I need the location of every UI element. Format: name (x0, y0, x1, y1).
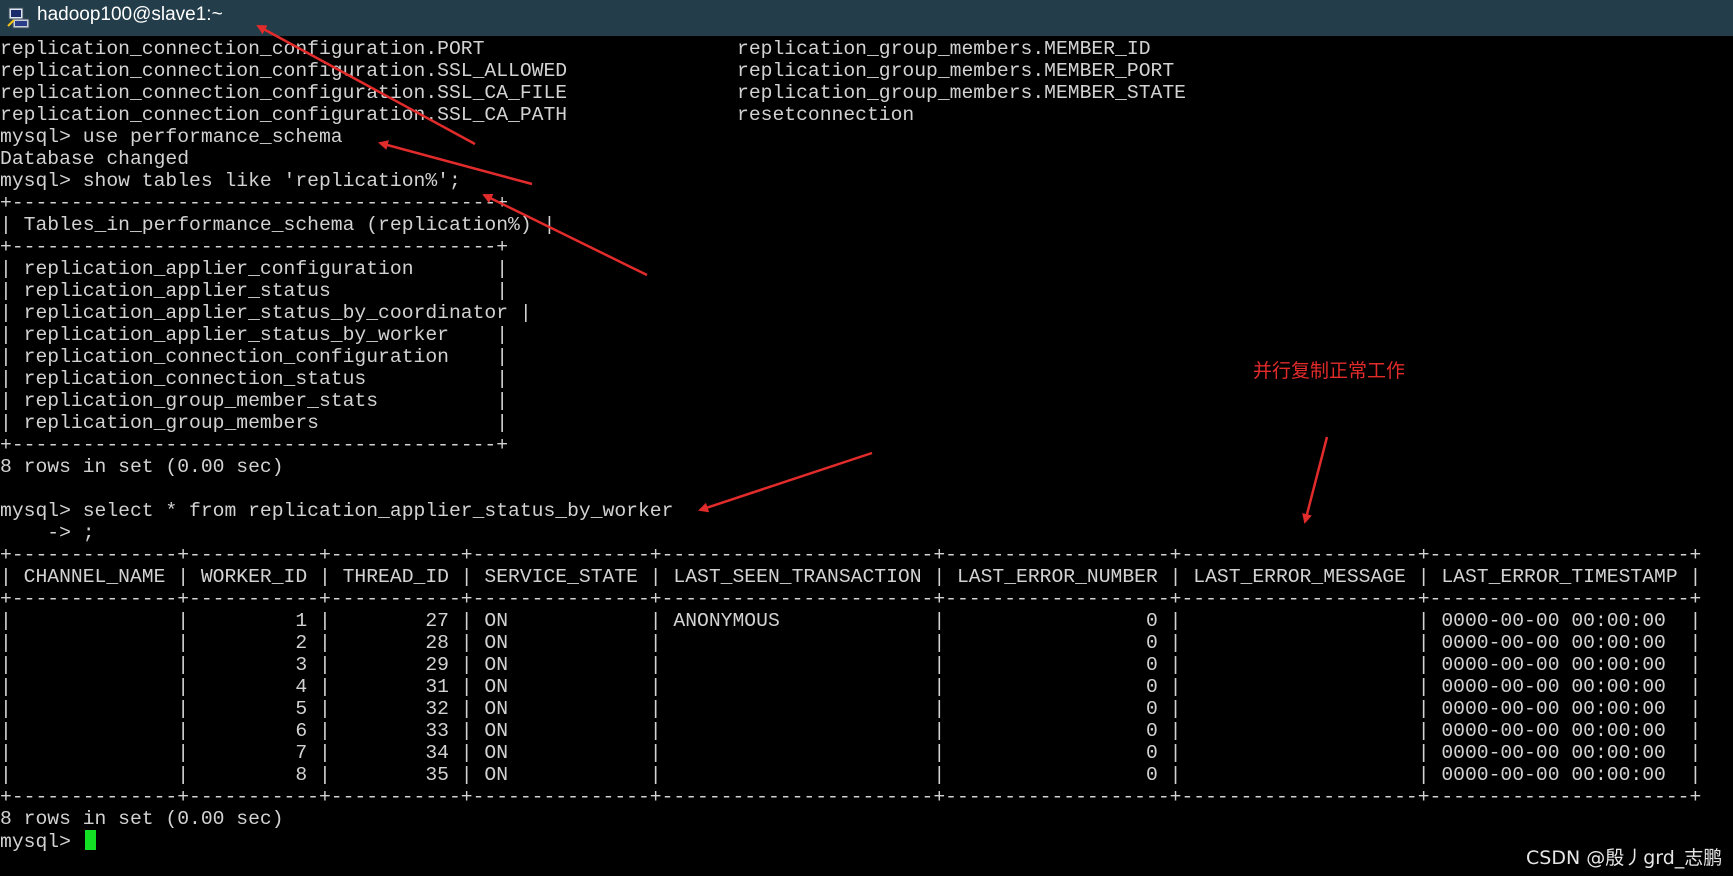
text-cursor (84, 830, 96, 850)
terminal-line: +--------------+-----------+-----------+… (0, 588, 1702, 610)
mysql-prompt: mysql> (0, 831, 83, 853)
terminal-line: | | 4 | 31 | ON | | 0 | | 0000-00-00 00:… (0, 676, 1702, 698)
annotation-note: 并行复制正常工作 (1253, 360, 1406, 382)
terminal-line: resetconnection (737, 104, 915, 126)
terminal-line: | replication_applier_status | (0, 280, 509, 302)
terminal-line: | replication_applier_status_by_coordina… (0, 302, 532, 324)
terminal-line: | | 1 | 27 | ON | ANONYMOUS | 0 | | 0000… (0, 610, 1702, 632)
terminal-line: | replication_connection_status | (0, 368, 509, 390)
terminal-line: mysql> select * from replication_applier… (0, 500, 674, 522)
csdn-watermark: CSDN @殷丿grd_志鹏 (1526, 847, 1723, 869)
terminal-lines: mysql> use performance_schema Database c… (0, 126, 1701, 830)
prompt-line[interactable]: mysql> (0, 830, 1701, 853)
terminal-line: +--------------+-----------+-----------+… (0, 544, 1702, 566)
window-titlebar[interactable]: hadoop100@slave1:~ (0, 0, 1733, 36)
completion-right-text: replication_group_members.MEMBER_ID repl… (737, 38, 1186, 126)
terminal-line: | replication_connection_configuration | (0, 346, 509, 368)
terminal-line: +---------------------------------------… (0, 236, 509, 258)
terminal-line: replication_connection_configuration.SSL… (0, 82, 568, 104)
terminal-line: | | 7 | 34 | ON | | 0 | | 0000-00-00 00:… (0, 742, 1702, 764)
completion-list-right: replication_group_members.MEMBER_ID repl… (737, 38, 1186, 126)
terminal-line: replication_connection_configuration.POR… (0, 38, 485, 60)
terminal-line: | replication_group_members | (0, 412, 509, 434)
terminal-line: | replication_applier_status_by_worker | (0, 324, 509, 346)
terminal-line: | replication_group_member_stats | (0, 390, 509, 412)
terminal-line: +--------------+-----------+-----------+… (0, 786, 1702, 808)
completion-left-text: replication_connection_configuration.POR… (0, 38, 567, 126)
terminal-line: replication_group_members.MEMBER_STATE (737, 82, 1186, 104)
terminal-line: mysql> use performance_schema (0, 126, 343, 148)
terminal-line: | | 8 | 35 | ON | | 0 | | 0000-00-00 00:… (0, 764, 1702, 786)
terminal-line: | | 2 | 28 | ON | | 0 | | 0000-00-00 00:… (0, 632, 1702, 654)
terminal-session-log: mysql> use performance_schema Database c… (0, 126, 1701, 853)
terminal-output[interactable]: replication_connection_configuration.POR… (0, 38, 1733, 876)
terminal-line: 8 rows in set (0.00 sec) (0, 456, 284, 478)
window-title: hadoop100@slave1:~ (37, 4, 223, 25)
terminal-line: | | 3 | 29 | ON | | 0 | | 0000-00-00 00:… (0, 654, 1702, 676)
terminal-line: mysql> show tables like 'replication%'; (0, 170, 461, 192)
terminal-line: 8 rows in set (0.00 sec) (0, 808, 284, 830)
putty-terminal-icon[interactable] (6, 6, 30, 30)
terminal-line: | replication_applier_configuration | (0, 258, 509, 280)
terminal-line: | Tables_in_performance_schema (replicat… (0, 214, 556, 236)
terminal-line: | CHANNEL_NAME | WORKER_ID | THREAD_ID |… (0, 566, 1702, 588)
completion-list-left: replication_connection_configuration.POR… (0, 38, 567, 126)
terminal-line: replication_group_members.MEMBER_PORT (737, 60, 1175, 82)
terminal-line: replication_connection_configuration.SSL… (0, 60, 568, 82)
terminal-line: replication_group_members.MEMBER_ID (737, 38, 1151, 60)
terminal-line: | | 6 | 33 | ON | | 0 | | 0000-00-00 00:… (0, 720, 1702, 742)
terminal-line: | | 5 | 32 | ON | | 0 | | 0000-00-00 00:… (0, 698, 1702, 720)
terminal-line: replication_connection_configuration.SSL… (0, 104, 568, 126)
terminal-line: -> ; (47, 522, 95, 544)
terminal-line: Database changed (0, 148, 190, 170)
terminal-line: +---------------------------------------… (0, 434, 509, 456)
terminal-line: +---------------------------------------… (0, 192, 509, 214)
